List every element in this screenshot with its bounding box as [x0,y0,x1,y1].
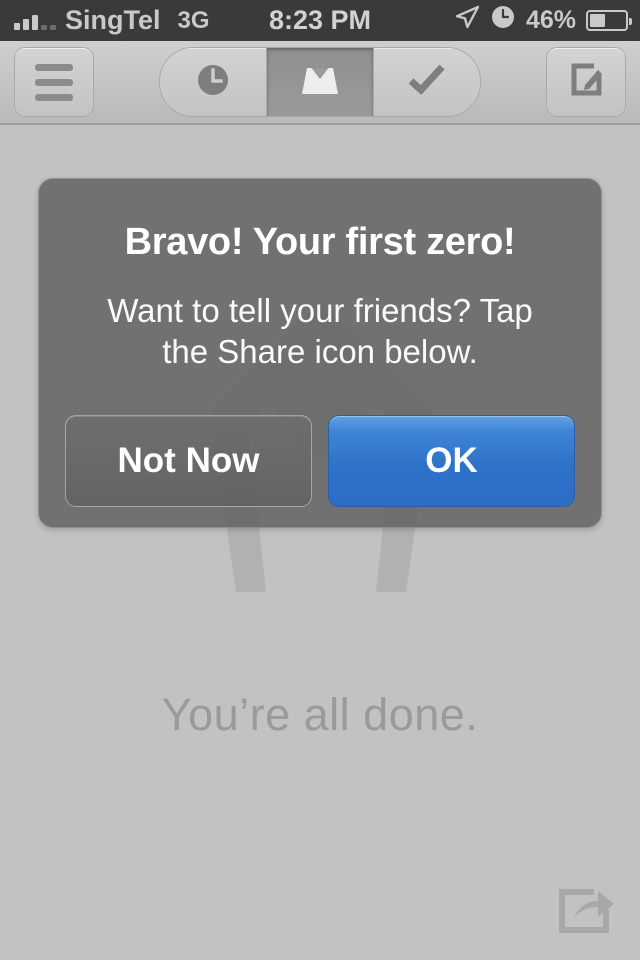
status-bar: SingTel 3G 8:23 PM 46% [0,0,640,41]
checkmark-icon [406,61,448,104]
hamburger-menu-button[interactable] [14,47,94,117]
battery-percent-label: 46% [525,6,576,34]
ok-button[interactable]: OK [328,415,575,507]
dialog-title: Bravo! Your first zero! [124,221,516,263]
later-tab[interactable] [160,48,267,116]
inbox-tab[interactable] [267,48,374,116]
alarm-clock-icon [490,4,516,37]
archive-tab[interactable] [374,48,480,116]
compose-button[interactable] [546,47,626,117]
share-prompt-dialog: Bravo! Your first zero! Want to tell you… [38,178,602,528]
status-bar-right: 46% [454,4,632,37]
location-arrow-icon [454,4,480,37]
battery-icon [586,10,632,31]
clock-icon [193,60,233,105]
share-button[interactable] [556,884,616,938]
app-toolbar [0,41,640,125]
share-icon [556,889,616,942]
mailbox-segmented-control[interactable] [159,47,481,117]
dialog-message: Want to tell your friends? Tap the Share… [107,292,533,370]
compose-icon [564,58,608,107]
empty-state-label: You’re all done. [161,689,479,740]
not-now-button[interactable]: Not Now [65,415,312,507]
inbox-icon [298,60,342,105]
dialog-actions: Not Now OK [65,415,575,507]
app-screen: SingTel 3G 8:23 PM 46% You’re all done. … [0,0,640,960]
hamburger-menu-icon [35,63,73,101]
